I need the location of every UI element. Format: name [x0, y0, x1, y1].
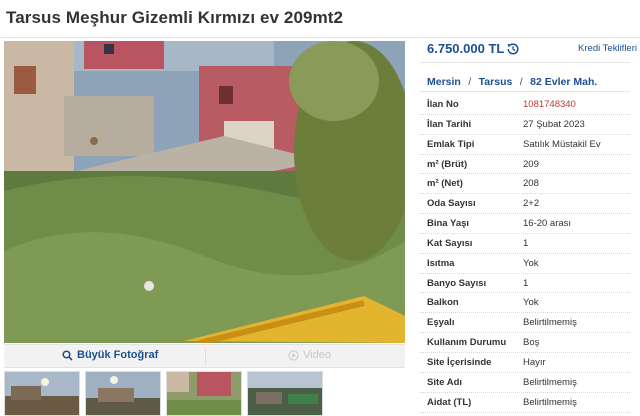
detail-value: Belirtilmemiş: [523, 396, 577, 408]
detail-value: 27 Şubat 2023: [523, 118, 585, 130]
location-neighborhood[interactable]: 82 Evler Mah.: [530, 76, 597, 88]
detail-value: 16-20 arası: [523, 218, 572, 230]
detail-row: Bina Yaşı 16-20 arası: [420, 214, 630, 234]
detail-key: Bina Yaşı: [427, 218, 470, 230]
listing-title: Tarsus Meşhur Gizemli Kırmızı ev 209mt2: [6, 8, 344, 27]
detail-value: 1: [523, 237, 529, 249]
detail-key: Site İçerisinde: [427, 356, 492, 368]
magnifier-icon: [62, 349, 73, 361]
detail-key: m² (Net): [427, 178, 463, 190]
detail-row: Emlak Tipi Satılık Müstakil Ev: [420, 135, 630, 155]
thumbnail[interactable]: [247, 371, 323, 416]
location-separator: /: [468, 76, 472, 88]
video-button[interactable]: Video: [288, 349, 331, 361]
detail-row: İlan Tarihi 27 Şubat 2023: [420, 115, 630, 135]
detail-key: İlan Tarihi: [427, 118, 472, 130]
thumbnail[interactable]: [4, 371, 80, 416]
location-breadcrumb: Mersin / Tarsus / 82 Evler Mah.: [420, 62, 630, 92]
detail-row: Kullanım Durumu Boş: [420, 333, 630, 353]
detail-row: İlan No 1081748340: [420, 95, 630, 115]
history-arrow-icon[interactable]: [505, 41, 521, 57]
detail-key: Aidat (TL): [427, 396, 472, 408]
detail-row: Eşyalı Belirtilmemiş: [420, 313, 630, 334]
location-separator: /: [519, 76, 523, 88]
detail-key: Kat Sayısı: [427, 237, 473, 249]
title-bar: Tarsus Meşhur Gizemli Kırmızı ev 209mt2: [0, 0, 640, 38]
detail-value: Boş: [523, 337, 540, 349]
detail-row: m² (Net) 208: [420, 174, 630, 195]
detail-value: Satılık Müstakil Ev: [523, 138, 601, 150]
detail-row: Isıtma Yok: [420, 254, 630, 274]
credit-offers-link[interactable]: Kredi Teklifleri: [578, 43, 637, 54]
detail-value: 2+2: [523, 198, 540, 210]
detail-row: m² (Brüt) 209: [420, 155, 630, 175]
thumbnail[interactable]: [85, 371, 161, 416]
play-circle-icon: [288, 349, 299, 361]
detail-value: Yok: [523, 297, 539, 309]
thumbnail-strip: [4, 371, 405, 416]
detail-row: Aidat (TL) Belirtilmemiş: [420, 393, 630, 413]
detail-row: Oda Sayısı 2+2: [420, 194, 630, 215]
big-photo-button[interactable]: Büyük Fotoğraf: [62, 349, 158, 361]
detail-row: Kat Sayısı 1: [420, 234, 630, 254]
details-table: İlan No 1081748340 İlan Tarihi 27 Şubat 20…: [420, 95, 630, 413]
divider: [205, 349, 206, 365]
detail-key: m² (Brüt): [427, 158, 468, 170]
location-district[interactable]: Tarsus: [479, 76, 513, 88]
detail-key: Emlak Tipi: [427, 138, 475, 150]
detail-key: Isıtma: [427, 257, 455, 269]
detail-value: Yok: [523, 257, 539, 269]
detail-key: Kullanım Durumu: [427, 337, 507, 349]
detail-key: İlan No: [427, 99, 459, 110]
detail-value: 208: [523, 178, 539, 190]
detail-value: 1081748340: [523, 99, 576, 110]
price-row: 6.750.000 TL Kredi Teklifleri: [427, 40, 637, 60]
location-city[interactable]: Mersin: [427, 76, 461, 88]
detail-key: Banyo Sayısı: [427, 277, 487, 289]
detail-row: Balkon Yok: [420, 293, 630, 314]
detail-value: Belirtilmemiş: [523, 317, 577, 329]
detail-key: Balkon: [427, 297, 459, 309]
thumbnail[interactable]: [166, 371, 242, 416]
video-label: Video: [303, 349, 331, 361]
detail-key: Eşyalı: [427, 317, 455, 329]
detail-row: Banyo Sayısı 1: [420, 274, 630, 294]
detail-key: Oda Sayısı: [427, 198, 476, 210]
detail-value: Belirtilmemiş: [523, 376, 577, 388]
big-photo-label: Büyük Fotoğraf: [77, 349, 159, 361]
detail-value: 1: [523, 277, 529, 289]
detail-row: Site Adı Belirtilmemiş: [420, 373, 630, 393]
main-photo[interactable]: [4, 41, 405, 343]
photo-action-bar: Büyük Fotoğraf Video: [4, 344, 405, 368]
listing-price: 6.750.000 TL: [427, 41, 505, 56]
detail-value: 209: [523, 158, 539, 170]
detail-row: Site İçerisinde Hayır: [420, 353, 630, 373]
detail-key: Site Adı: [427, 376, 463, 388]
detail-value: Hayır: [523, 356, 546, 368]
